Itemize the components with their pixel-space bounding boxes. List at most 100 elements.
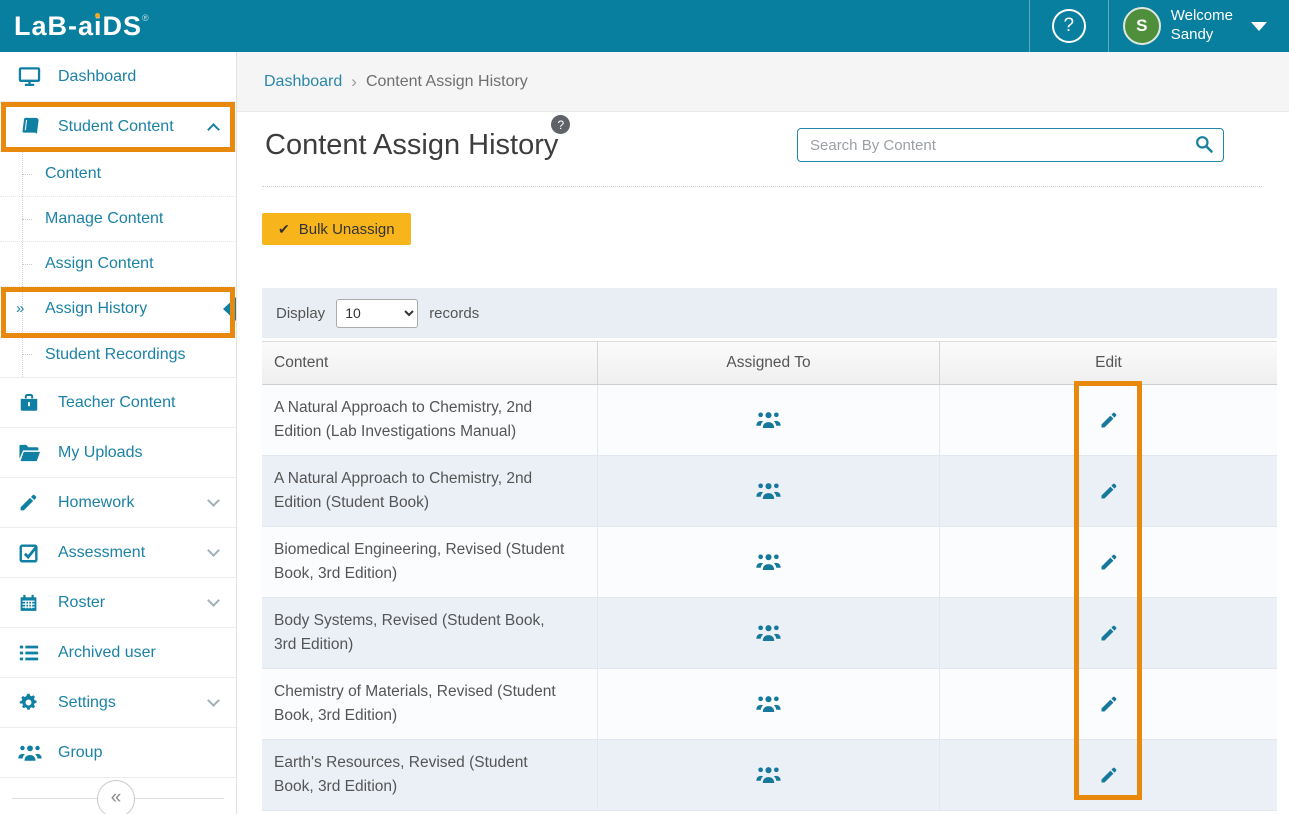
help-button[interactable]: ? (1030, 0, 1108, 52)
double-chevron-icon: » (16, 300, 24, 317)
title-help-icon[interactable]: ? (551, 115, 570, 134)
book-icon (18, 116, 43, 138)
users-group-icon[interactable] (756, 482, 781, 500)
search-input[interactable] (797, 128, 1224, 162)
breadcrumb-current: Content Assign History (366, 73, 528, 91)
chevron-up-icon (207, 123, 220, 136)
content-area: Content Assign History ? ✔ Bulk Unassign… (237, 128, 1289, 811)
pencil-icon (18, 492, 43, 513)
pencil-icon[interactable] (1099, 410, 1119, 430)
avatar: S (1123, 7, 1161, 45)
sidebar-item-assign-history[interactable]: » Assign History (0, 287, 236, 332)
edit-cell (940, 456, 1277, 526)
sidebar-item-teacher-content[interactable]: Teacher Content (0, 378, 236, 428)
sidebar-label: Roster (58, 594, 105, 612)
check-icon: ✔ (278, 221, 290, 238)
page-title: Content Assign History (265, 129, 558, 161)
assign-history-table: Content Assigned To Edit A Natural Appro… (262, 341, 1277, 811)
sidebar-label: Settings (58, 694, 116, 712)
users-group-icon[interactable] (756, 695, 781, 713)
sidebar-item-content[interactable]: Content (0, 152, 236, 197)
lab-aids-logo: LaB-aiDS® (14, 11, 150, 42)
users-group-icon[interactable] (756, 553, 781, 571)
content-cell: Earth's Resources, Revised (Student Book… (262, 740, 598, 810)
sidebar-label: Student Recordings (45, 346, 186, 364)
sidebar-label: My Uploads (58, 444, 142, 462)
column-header-edit[interactable]: Edit (940, 342, 1277, 384)
records-per-page-select[interactable]: 10 (336, 299, 418, 328)
bulk-unassign-button[interactable]: ✔ Bulk Unassign (262, 213, 411, 245)
assigned-to-cell (598, 740, 940, 810)
chevron-down-icon (207, 544, 220, 557)
sidebar-item-manage-content[interactable]: Manage Content (0, 197, 236, 242)
assigned-to-cell (598, 669, 940, 739)
table-row: A Natural Approach to Chemistry, 2nd Edi… (262, 385, 1277, 456)
search-icon[interactable] (1194, 134, 1214, 154)
pencil-icon[interactable] (1099, 552, 1119, 572)
pencil-icon[interactable] (1099, 765, 1119, 785)
edit-cell (940, 598, 1277, 668)
logo-text: LaB-a (14, 11, 94, 42)
chevron-down-icon (207, 594, 220, 607)
search-box (797, 128, 1224, 162)
logo-i: i (94, 11, 103, 42)
content-cell: Chemistry of Materials, Revised (Student… (262, 669, 598, 739)
top-bar: LaB-aiDS® ? S Welcome Sandy (0, 0, 1289, 52)
sidebar-item-dashboard[interactable]: Dashboard (0, 52, 236, 102)
pencil-icon[interactable] (1099, 481, 1119, 501)
logo-trademark: ® (142, 13, 150, 23)
pencil-icon[interactable] (1099, 623, 1119, 643)
sidebar-item-assign-content[interactable]: Assign Content (0, 242, 236, 287)
sidebar-item-student-recordings[interactable]: Student Recordings (0, 332, 236, 377)
assigned-to-cell (598, 456, 940, 526)
column-header-content[interactable]: Content (262, 342, 598, 384)
records-label: records (429, 305, 479, 322)
table-row: Biomedical Engineering, Revised (Student… (262, 527, 1277, 598)
monitor-icon (18, 66, 43, 87)
sidebar-item-roster[interactable]: Roster (0, 578, 236, 628)
sidebar-label: Assessment (58, 544, 145, 562)
sidebar-label: Teacher Content (58, 394, 175, 412)
logo-text-2: DS (103, 11, 143, 42)
table-row: Body Systems, Revised (Student Book, 3rd… (262, 598, 1277, 669)
column-header-assigned-to[interactable]: Assigned To (598, 342, 940, 384)
users-group-icon[interactable] (756, 411, 781, 429)
assigned-to-cell (598, 385, 940, 455)
assigned-to-cell (598, 598, 940, 668)
sidebar-item-homework[interactable]: Homework (0, 478, 236, 528)
sidebar-label: Archived user (58, 644, 156, 662)
content-cell: A Natural Approach to Chemistry, 2nd Edi… (262, 456, 598, 526)
assigned-to-cell (598, 527, 940, 597)
gear-icon (18, 692, 43, 713)
user-menu[interactable]: S Welcome Sandy (1109, 7, 1273, 45)
pencil-icon[interactable] (1099, 694, 1119, 714)
active-item-arrow-icon (223, 297, 236, 321)
users-group-icon[interactable] (756, 624, 781, 642)
sidebar-label: Content (45, 165, 101, 183)
sidebar-item-my-uploads[interactable]: My Uploads (0, 428, 236, 478)
sidebar-item-student-content[interactable]: Student Content (0, 102, 236, 152)
sidebar-item-settings[interactable]: Settings (0, 678, 236, 728)
sidebar-label: Manage Content (45, 210, 163, 228)
breadcrumb-dashboard-link[interactable]: Dashboard (264, 73, 342, 91)
display-label: Display (276, 305, 325, 322)
sidebar-label: Homework (58, 494, 134, 512)
table-row: A Natural Approach to Chemistry, 2nd Edi… (262, 456, 1277, 527)
sidebar-label: Group (58, 744, 102, 762)
sidebar-collapse-button[interactable]: « (97, 780, 135, 814)
sidebar-item-archived-user[interactable]: Archived user (0, 628, 236, 678)
main-area: Dashboard › Content Assign History Conte… (237, 52, 1289, 814)
sidebar-item-assessment[interactable]: Assessment (0, 528, 236, 578)
sidebar-item-group[interactable]: Group (0, 728, 236, 778)
users-group-icon (18, 744, 43, 762)
edit-cell (940, 669, 1277, 739)
sidebar-label: Student Content (58, 118, 174, 136)
folder-open-icon (18, 443, 43, 463)
student-content-submenu: Content Manage Content Assign Content » … (0, 152, 236, 378)
records-display-bar: Display 10 records (262, 288, 1277, 338)
double-left-angle-icon: « (111, 787, 122, 809)
content-cell: Biomedical Engineering, Revised (Student… (262, 527, 598, 597)
users-group-icon[interactable] (756, 766, 781, 784)
calendar-icon (18, 592, 43, 614)
divider (262, 186, 1262, 187)
